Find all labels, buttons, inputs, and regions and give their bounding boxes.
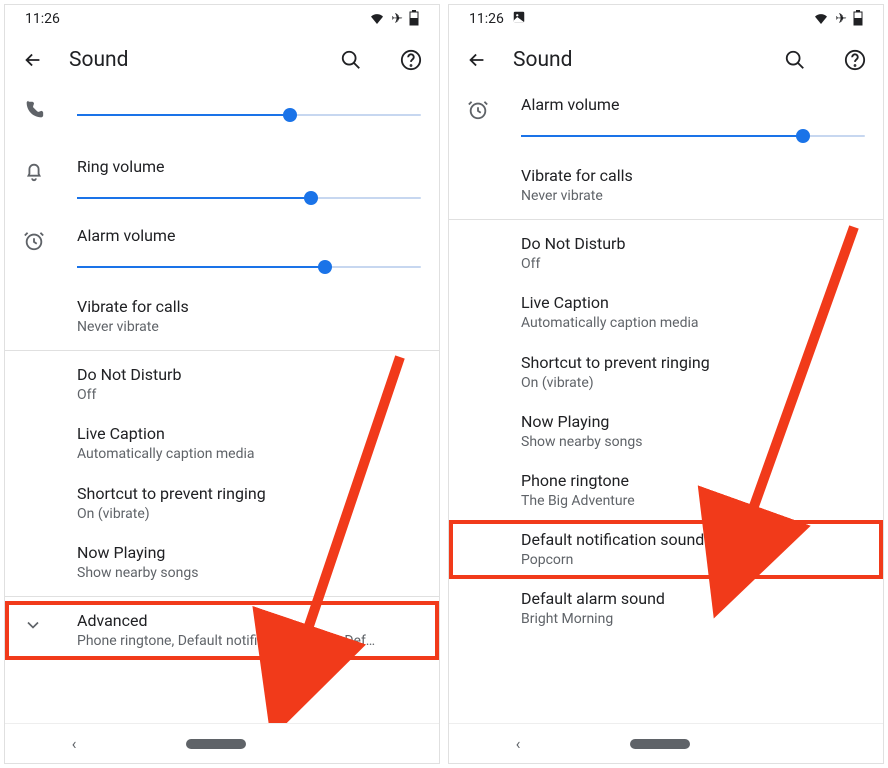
clock-text: 11:26 [469, 11, 504, 27]
wifi-icon [813, 10, 829, 29]
alarmsound-label: Default alarm sound [521, 589, 865, 608]
default-notification-sound-row[interactable]: Default notification sound Popcorn [449, 520, 883, 579]
page-title: Sound [69, 48, 315, 72]
caption-row[interactable]: Live Caption Automatically caption media [449, 283, 883, 342]
nav-back-icon[interactable]: ‹ [72, 734, 77, 753]
nav-bar: ‹ [5, 723, 439, 763]
battery-icon [853, 10, 863, 29]
ring-volume-slider[interactable] [77, 186, 421, 210]
default-alarm-sound-row[interactable]: Default alarm sound Bright Morning [449, 579, 883, 638]
bell-icon [23, 157, 77, 210]
dnd-sub: Off [521, 255, 865, 273]
advanced-sub: Phone ringtone, Default notification sou… [77, 632, 397, 650]
caption-sub: Automatically caption media [521, 314, 865, 332]
alarm-icon [467, 95, 521, 148]
status-icons: ✈ [813, 10, 863, 29]
app-bar: Sound [5, 33, 439, 87]
divider [449, 219, 883, 220]
advanced-row[interactable]: Advanced Phone ringtone, Default notific… [5, 601, 439, 660]
caption-label: Live Caption [77, 424, 421, 443]
alarmsound-sub: Bright Morning [521, 610, 865, 628]
vibrate-row[interactable]: Vibrate for calls Never vibrate [5, 287, 439, 346]
airplane-icon: ✈ [391, 12, 403, 26]
notif-sub: Popcorn [521, 551, 865, 569]
airplane-icon: ✈ [835, 12, 847, 26]
help-icon[interactable] [843, 48, 867, 72]
chevron-down-icon [23, 611, 77, 650]
ringtone-label: Phone ringtone [521, 471, 865, 490]
nowplaying-sub: Show nearby songs [77, 564, 421, 582]
ring-volume-row[interactable]: Ring volume [5, 149, 439, 218]
nowplaying-sub: Show nearby songs [521, 433, 865, 451]
phone-right: 11:26 ✈ Sound [448, 4, 884, 764]
dnd-row[interactable]: Do Not Disturb Off [5, 355, 439, 414]
shortcut-label: Shortcut to prevent ringing [77, 484, 421, 503]
shortcut-row[interactable]: Shortcut to prevent ringing On (vibrate) [5, 474, 439, 533]
alarm-volume-label: Alarm volume [521, 95, 865, 114]
nav-home-pill[interactable] [630, 739, 690, 749]
nav-back-icon[interactable]: ‹ [516, 734, 521, 753]
caption-sub: Automatically caption media [77, 445, 421, 463]
ringtone-row[interactable]: Phone ringtone The Big Adventure [449, 461, 883, 520]
vibrate-label: Vibrate for calls [521, 166, 865, 185]
dnd-label: Do Not Disturb [77, 365, 421, 384]
advanced-label: Advanced [77, 611, 421, 630]
shortcut-sub: On (vibrate) [77, 505, 421, 523]
call-volume-row[interactable] [5, 87, 439, 149]
nav-home-pill[interactable] [186, 739, 246, 749]
app-bar: Sound [449, 33, 883, 87]
divider [5, 596, 439, 597]
clock-text: 11:26 [25, 11, 60, 27]
call-volume-slider[interactable] [77, 103, 421, 127]
shortcut-label: Shortcut to prevent ringing [521, 353, 865, 372]
status-bar: 11:26 ✈ [5, 5, 439, 33]
wifi-icon [369, 10, 385, 29]
vibrate-sub: Never vibrate [521, 187, 865, 205]
dnd-label: Do Not Disturb [521, 234, 865, 253]
settings-list: Ring volume Alarm volume [5, 87, 439, 723]
back-icon[interactable] [21, 48, 45, 72]
settings-list: Alarm volume Vibrate for calls Never vib… [449, 87, 883, 723]
nowplaying-label: Now Playing [77, 543, 421, 562]
nowplaying-row[interactable]: Now Playing Show nearby songs [5, 533, 439, 592]
search-icon[interactable] [339, 48, 363, 72]
caption-row[interactable]: Live Caption Automatically caption media [5, 414, 439, 473]
alarm-volume-label: Alarm volume [77, 226, 421, 245]
notif-label: Default notification sound [521, 530, 865, 549]
status-icons: ✈ [369, 10, 419, 29]
alarm-volume-row[interactable]: Alarm volume [449, 87, 883, 156]
search-icon[interactable] [783, 48, 807, 72]
nowplaying-row[interactable]: Now Playing Show nearby songs [449, 402, 883, 461]
back-icon[interactable] [465, 48, 489, 72]
dnd-sub: Off [77, 386, 421, 404]
vibrate-sub: Never vibrate [77, 318, 421, 336]
alarm-volume-slider[interactable] [521, 124, 865, 148]
shortcut-sub: On (vibrate) [521, 374, 865, 392]
alarm-volume-row[interactable]: Alarm volume [5, 218, 439, 287]
caption-label: Live Caption [521, 293, 865, 312]
shortcut-row[interactable]: Shortcut to prevent ringing On (vibrate) [449, 343, 883, 402]
help-icon[interactable] [399, 48, 423, 72]
page-title: Sound [513, 48, 759, 72]
ringtone-sub: The Big Adventure [521, 492, 865, 510]
status-bar: 11:26 ✈ [449, 5, 883, 33]
battery-icon [409, 10, 419, 29]
vibrate-label: Vibrate for calls [77, 297, 421, 316]
vibrate-row[interactable]: Vibrate for calls Never vibrate [449, 156, 883, 215]
alarm-icon [23, 226, 77, 279]
divider [5, 350, 439, 351]
alarm-volume-slider[interactable] [77, 255, 421, 279]
dnd-row[interactable]: Do Not Disturb Off [449, 224, 883, 283]
image-icon [512, 10, 526, 28]
ring-volume-label: Ring volume [77, 157, 421, 176]
nav-bar: ‹ [449, 723, 883, 763]
nowplaying-label: Now Playing [521, 412, 865, 431]
phone-icon [23, 95, 77, 141]
phone-left: 11:26 ✈ Sound [4, 4, 440, 764]
